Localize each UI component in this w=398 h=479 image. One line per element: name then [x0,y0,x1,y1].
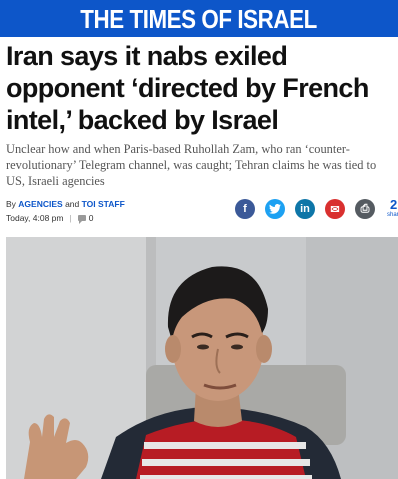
byline: By AGENCIES and TOI STAFF [6,199,125,209]
facebook-icon: f [243,203,247,215]
print-icon: ⎙ [360,202,370,215]
article-meta: Today, 4:08 pm | 0 [6,213,94,224]
site-logo[interactable]: THE TIMES OF ISRAEL [81,6,318,32]
share-count-label: shar [387,212,398,218]
linkedin-icon: in [300,203,310,215]
timestamp: Today, 4:08 pm [6,213,64,223]
twitter-icon [269,204,281,214]
article-headline: Iran says it nabs exiled opponent ‘direc… [6,41,369,135]
share-count: 2 [390,197,398,212]
byline-prefix: By [6,199,16,209]
byline-and: and [65,199,80,209]
email-share-button[interactable]: ✉ [325,199,345,219]
article-photo[interactable] [6,237,398,479]
comment-icon[interactable] [77,215,86,224]
print-button[interactable]: ⎙ [355,199,375,219]
article-subhead: Unclear how and when Paris-based Ruholla… [6,142,377,188]
twitter-share-button[interactable] [265,199,285,219]
byline-source-agencies[interactable]: AGENCIES [18,199,62,209]
share-bar: f in ✉ ⎙ [235,199,385,219]
linkedin-share-button[interactable]: in [295,199,315,219]
meta-divider: | [69,213,72,223]
comment-count[interactable]: 0 [89,213,94,223]
byline-source-toi-staff[interactable]: TOI STAFF [82,199,125,209]
facebook-share-button[interactable]: f [235,199,255,219]
email-icon: ✉ [330,203,340,216]
masthead[interactable]: THE TIMES OF ISRAEL [0,0,398,37]
photo-illustration [6,237,398,479]
